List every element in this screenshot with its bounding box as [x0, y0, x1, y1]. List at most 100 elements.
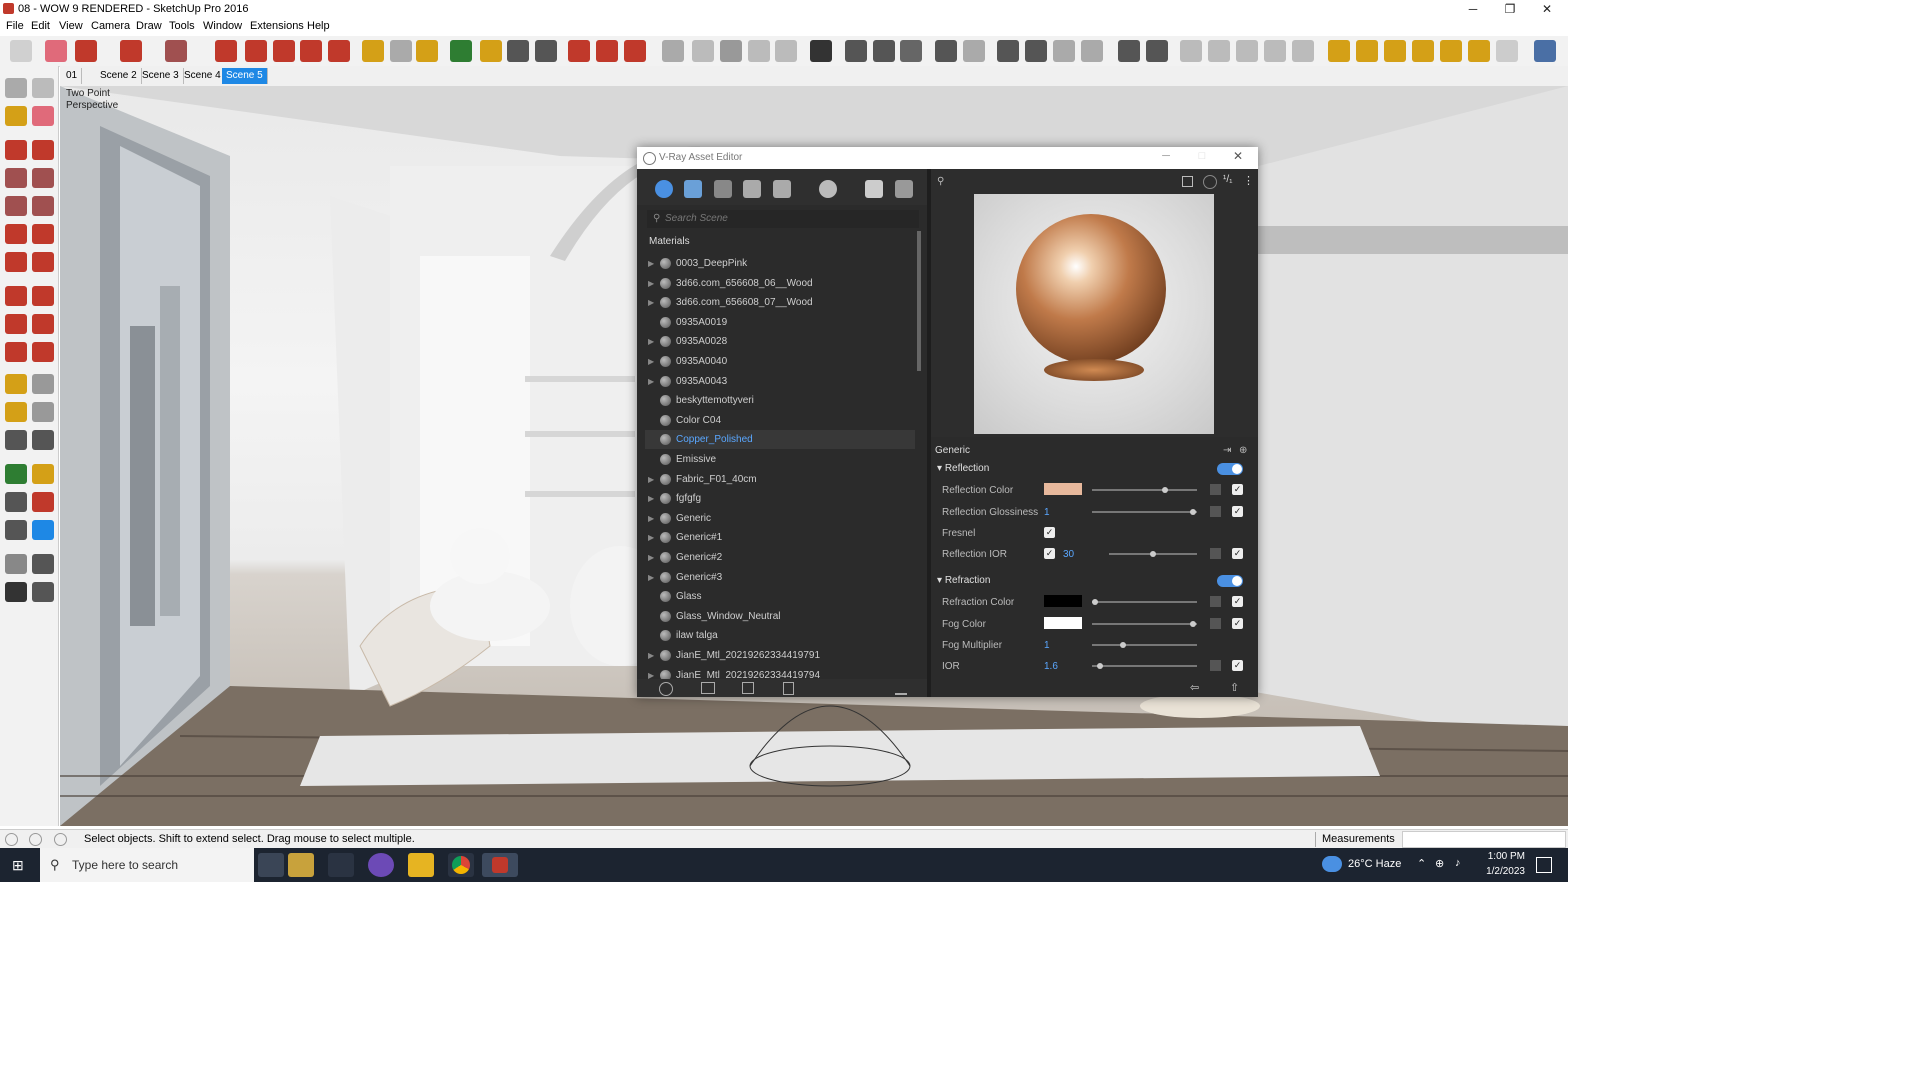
zoom-window-icon[interactable] — [32, 492, 54, 512]
refraction-color-slider[interactable] — [1092, 601, 1197, 603]
move-icon[interactable] — [273, 40, 295, 62]
orbit-tool-icon[interactable] — [5, 464, 27, 484]
geo-location-icon[interactable] — [5, 833, 18, 846]
clipper-icon[interactable] — [1180, 40, 1202, 62]
up-arrow-icon[interactable]: ⇧ — [1230, 681, 1239, 694]
menu-file[interactable]: File — [6, 20, 24, 32]
back-arrow-icon[interactable]: ⇦ — [1190, 681, 1199, 694]
list-item[interactable]: ▶ Fabric_F01_40cm — [645, 470, 915, 489]
freehand-icon[interactable] — [32, 140, 54, 160]
mesh-icon[interactable] — [775, 40, 797, 62]
fur-icon[interactable] — [1146, 40, 1168, 62]
list-item[interactable]: 0935A0019 — [645, 313, 915, 332]
reflection-ior-texture-slot[interactable] — [1210, 548, 1221, 559]
weather-icon[interactable] — [1322, 856, 1342, 872]
reflection-glossiness-texture-slot[interactable] — [1210, 506, 1221, 517]
refraction-color-swatch[interactable] — [1044, 595, 1082, 607]
pencil-icon[interactable] — [75, 40, 97, 62]
ior-slider[interactable] — [1092, 665, 1197, 667]
refraction-color-texture-slot[interactable] — [1210, 596, 1221, 607]
expand-arrow-icon[interactable]: ▶ — [648, 352, 654, 371]
move-tool-icon[interactable] — [5, 286, 27, 306]
reflection-ior-knob[interactable] — [1150, 551, 1156, 557]
fog-multiplier-knob[interactable] — [1120, 642, 1126, 648]
rotated-rect-icon[interactable] — [32, 168, 54, 188]
network-icon[interactable]: ⊕ — [1435, 857, 1444, 870]
maximize-button[interactable]: ❐ — [1490, 0, 1530, 19]
protractor-icon[interactable] — [5, 402, 27, 422]
refraction-color-checkbox[interactable]: ✓ — [1232, 596, 1243, 607]
list-item[interactable]: ▶ 3d66.com_656608_07__Wood — [645, 293, 915, 312]
sketchup-taskbar-icon[interactable] — [482, 853, 518, 877]
polygon-icon[interactable] — [32, 196, 54, 216]
close-button[interactable]: ✕ — [1527, 0, 1567, 19]
fog-color-slider[interactable] — [1092, 623, 1197, 625]
pushpull-tool-icon[interactable] — [32, 286, 54, 306]
components-icon[interactable] — [596, 40, 618, 62]
fog-color-swatch[interactable] — [1044, 617, 1082, 629]
list-item[interactable]: ▶ JianE_Mtl_20219262334419791 — [645, 646, 915, 665]
look-around-icon[interactable] — [32, 554, 54, 574]
reflection-color-texture-slot[interactable] — [1210, 484, 1221, 495]
render-elements-category-icon[interactable] — [773, 180, 791, 198]
add-layer-icon[interactable]: ⊕ — [1239, 445, 1247, 456]
list-item[interactable]: Color C04 — [645, 411, 915, 430]
frame-buffer-window-icon[interactable] — [895, 180, 913, 198]
tape-icon[interactable] — [5, 374, 27, 394]
render-teapot-icon[interactable] — [865, 180, 883, 198]
spot-light-icon[interactable] — [1328, 40, 1350, 62]
list-item[interactable]: ▶ Generic#2 — [645, 548, 915, 567]
fog-color-checkbox[interactable]: ✓ — [1232, 618, 1243, 629]
tab-scene-4[interactable]: Scene 4 — [180, 68, 226, 84]
position-camera-icon[interactable] — [5, 554, 27, 574]
select-tool-icon[interactable] — [10, 40, 32, 62]
search-scene-input[interactable]: ⚲ Search Scene — [647, 210, 919, 228]
tab-scene-3[interactable]: Scene 3 — [138, 68, 184, 84]
tab-scene-5[interactable]: Scene 5 — [222, 68, 268, 84]
fog-multiplier-slider[interactable] — [1092, 644, 1197, 646]
scale-icon[interactable] — [328, 40, 350, 62]
preview-shape-icon[interactable] — [1203, 175, 1217, 189]
pan-tool-icon[interactable] — [32, 464, 54, 484]
reflection-color-swatch[interactable] — [1044, 483, 1082, 495]
pan-icon[interactable] — [480, 40, 502, 62]
menu-extensions[interactable]: Extensions — [250, 20, 304, 32]
tab-scene-01[interactable]: 01 — [62, 68, 83, 84]
expand-arrow-icon[interactable]: ▶ — [648, 470, 654, 489]
menu-window[interactable]: Window — [203, 20, 242, 32]
lock-icon[interactable] — [1081, 40, 1103, 62]
sefaira-icon[interactable] — [1534, 40, 1556, 62]
expand-arrow-icon[interactable]: ▶ — [648, 568, 654, 587]
list-item[interactable]: ▶ 0003_DeepPink — [645, 254, 915, 273]
vray-close-icon[interactable]: ✕ — [1231, 149, 1245, 163]
zoom-tool-icon[interactable] — [5, 492, 27, 512]
reflection-toggle[interactable] — [1217, 463, 1243, 475]
refraction-toggle[interactable] — [1217, 575, 1243, 587]
arc-icon[interactable] — [120, 40, 142, 62]
list-item-selected[interactable]: Copper_Polished — [645, 430, 915, 450]
user-icon[interactable] — [54, 833, 67, 846]
cube-icon[interactable] — [692, 40, 714, 62]
reflection-ior-enable-checkbox[interactable]: ✓ — [1232, 548, 1243, 559]
sphere-icon[interactable] — [1356, 40, 1378, 62]
taskbar-search-box[interactable]: ⚲ Type here to search — [40, 848, 254, 882]
refraction-color-knob[interactable] — [1092, 599, 1098, 605]
arc3-icon[interactable] — [5, 252, 27, 272]
grass-icon[interactable] — [748, 40, 770, 62]
reflection-ior-value[interactable]: 30 — [1063, 549, 1074, 560]
rotate-icon[interactable] — [300, 40, 322, 62]
3d-text-icon[interactable] — [32, 430, 54, 450]
expand-arrow-icon[interactable]: ▶ — [648, 293, 654, 312]
cleanup-icon[interactable] — [895, 682, 907, 695]
fresnel-checkbox[interactable]: ✓ — [1044, 527, 1055, 538]
menu-camera[interactable]: Camera — [91, 20, 130, 32]
preview-pin-icon[interactable]: ⚲ — [937, 176, 949, 188]
vray-minimize-icon[interactable]: ─ — [1159, 150, 1173, 164]
task-view-icon[interactable] — [328, 853, 354, 877]
paint-icon[interactable] — [5, 106, 27, 126]
pie-icon[interactable] — [32, 252, 54, 272]
materials-scrollbar[interactable] — [917, 231, 921, 371]
measurements-input[interactable] — [1402, 831, 1566, 848]
expand-arrow-icon[interactable]: ▶ — [648, 548, 654, 567]
sun-light-icon[interactable] — [1440, 40, 1462, 62]
